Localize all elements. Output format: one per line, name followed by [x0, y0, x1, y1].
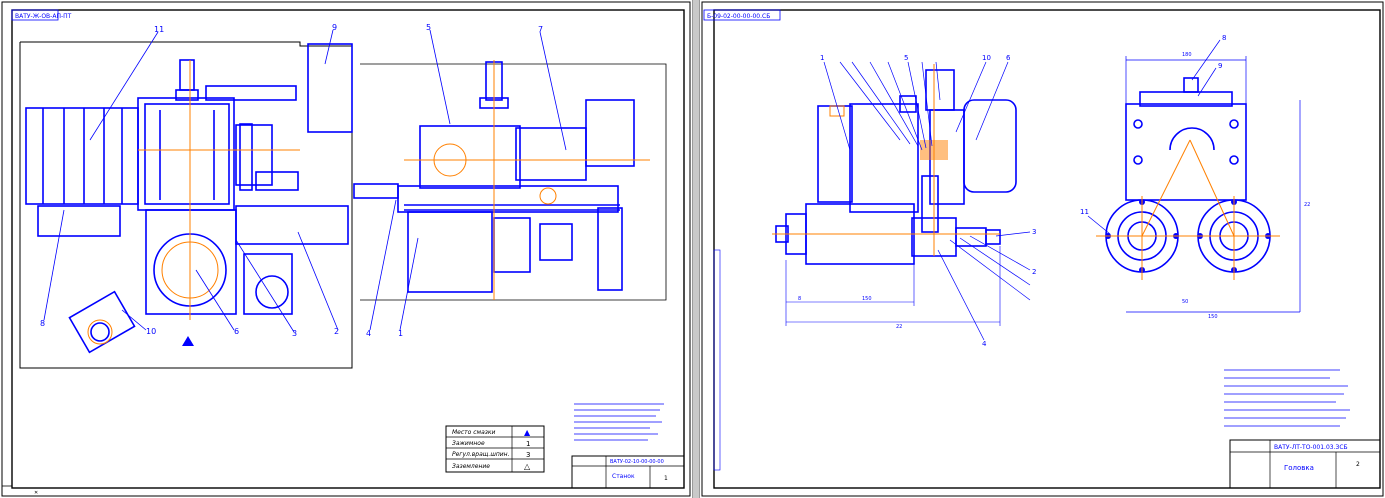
title-name-right: Головка — [1284, 464, 1314, 472]
dim-8: 8 — [798, 296, 801, 302]
callout-10: 10 — [146, 327, 156, 336]
legend-row-4-label: Заземление — [452, 463, 490, 470]
callout-5: 5 — [904, 54, 908, 62]
callout-3: 3 — [1032, 228, 1036, 236]
dim-22: 22 — [896, 324, 902, 330]
title-name-left: Станок — [612, 473, 635, 480]
callout-8: 8 — [1222, 34, 1226, 42]
legend-row-1-label: Место смазки — [452, 429, 496, 436]
svg-text:✕: ✕ — [34, 490, 38, 496]
callout-8: 8 — [40, 319, 45, 328]
corner-stamp-right: Б-09-02-00-00-00.СБ — [707, 13, 770, 20]
callout-1: 1 — [398, 329, 403, 338]
legend-table: Место смазки ▲ Зажимное 1 Регул.вращ.шпи… — [445, 425, 545, 473]
drawing-sheet-right: Б-09-02-00-00-00.СБ 1 5 10 6 3 2 4 8 150… — [700, 0, 1385, 498]
sheet-number-left: 1 — [664, 475, 668, 482]
callout-2: 2 — [1032, 268, 1036, 276]
legend-row-2-label: Зажимное — [452, 440, 485, 447]
callout-4: 4 — [366, 329, 371, 338]
callout-2: 2 — [334, 327, 339, 336]
title-block-left: ВАТУ-02-10-00-00-00 Станок 1 — [571, 455, 685, 489]
dim-150b: 150 — [1208, 314, 1218, 320]
legend-row-3-label: Регул.вращ.шпин. — [452, 451, 510, 458]
title-code-left: ВАТУ-02-10-00-00-00 — [610, 459, 664, 465]
head-assembly-drawing: Б-09-02-00-00-00.СБ 1 5 10 6 3 2 4 8 150… — [701, 1, 1384, 497]
drawing-sheet-left: ВАТУ-Ж-ОВ-АП-ПТ 11 9 8 10 6 3 2 5 7 4 1 … — [0, 0, 692, 498]
callout-7: 7 — [538, 25, 543, 34]
legend-row-4-value: △ — [524, 462, 531, 471]
callout-9: 9 — [332, 23, 337, 32]
legend-row-2-value: 1 — [526, 440, 530, 448]
callout-6: 6 — [234, 327, 239, 336]
sheet-number-right: 2 — [1356, 461, 1360, 468]
title-block-right: ВАТУ-ЛТ-ТО-001.03.ЗСБ Головка 2 — [1229, 439, 1381, 489]
callout-6: 6 — [1006, 54, 1011, 62]
callout-11: 11 — [1080, 208, 1089, 216]
sheet-divider — [692, 0, 700, 498]
machine-assembly-drawing: ВАТУ-Ж-ОВ-АП-ПТ 11 9 8 10 6 3 2 5 7 4 1 … — [1, 1, 691, 497]
callout-1: 1 — [820, 54, 824, 62]
callout-11: 11 — [154, 25, 164, 34]
dim-22b: 22 — [1304, 202, 1310, 208]
callout-5: 5 — [426, 23, 431, 32]
callout-10: 10 — [982, 54, 991, 62]
callout-9: 9 — [1218, 62, 1222, 70]
dim-150: 150 — [862, 296, 872, 302]
callout-4: 4 — [982, 340, 987, 348]
title-code-right: ВАТУ-ЛТ-ТО-001.03.ЗСБ — [1274, 444, 1348, 451]
legend-row-1-value: ▲ — [524, 428, 531, 437]
dim-50: 50 — [1182, 299, 1188, 305]
legend-row-3-value: 3 — [526, 451, 530, 459]
corner-stamp-left: ВАТУ-Ж-ОВ-АП-ПТ — [15, 13, 72, 20]
callout-3: 3 — [292, 329, 297, 338]
dim-180: 180 — [1182, 52, 1192, 58]
